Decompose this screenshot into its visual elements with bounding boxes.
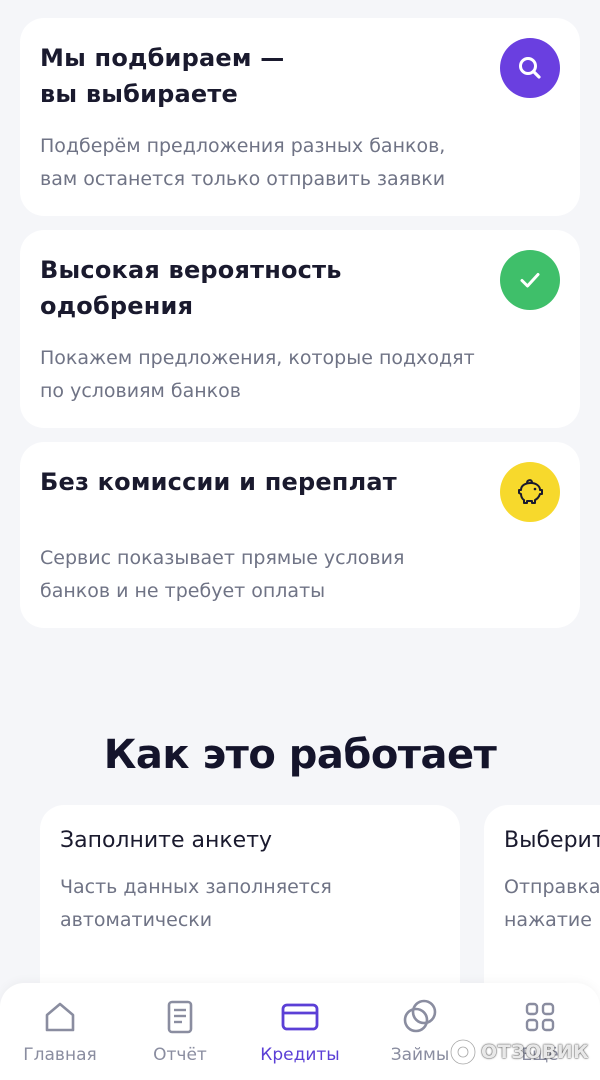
- step-title: Заполните анкету: [60, 828, 273, 853]
- feature-card-no-commission: Без комиссии и переплат Сервис показывае…: [20, 442, 580, 628]
- feature-text: Подберём предложения разных банков, вам …: [40, 135, 446, 190]
- check-icon: [500, 250, 560, 310]
- tab-report[interactable]: Отчёт: [120, 997, 240, 1077]
- tab-label: Отчёт: [153, 1045, 207, 1065]
- step-title: Выберит: [504, 828, 600, 853]
- watermark-text: ОТЗОВИК: [481, 1041, 590, 1063]
- credit-card-icon: [280, 997, 320, 1037]
- search-icon: [500, 38, 560, 98]
- feature-title: Без комиссии и переплат: [40, 468, 397, 496]
- loans-icon: [400, 997, 440, 1037]
- tab-label: Займы: [390, 1045, 450, 1065]
- more-grid-icon: [520, 997, 560, 1037]
- tab-label: Главная: [23, 1045, 97, 1065]
- feature-card-selection: Мы подбираем — вы выбираете Подберём пре…: [20, 18, 580, 216]
- piggy-bank-icon: [500, 462, 560, 522]
- feature-text: Сервис показывает прямые условия банков …: [40, 547, 405, 602]
- step-text: Отправка нажатие: [504, 876, 600, 931]
- feature-card-approval: Высокая вероятность одобрения Покажем пр…: [20, 230, 580, 428]
- step-text: Часть данных заполняется автоматически: [60, 876, 332, 931]
- home-icon: [40, 997, 80, 1037]
- watermark-logo-icon: [449, 1038, 477, 1066]
- how-it-works-title: Как это работает: [103, 732, 497, 778]
- tab-label: Кредиты: [260, 1045, 340, 1065]
- feature-text: Покажем предложения, которые подходят по…: [40, 347, 475, 402]
- watermark: ОТЗОВИК: [448, 1034, 589, 1070]
- tab-home[interactable]: Главная: [0, 997, 120, 1077]
- tab-credits[interactable]: Кредиты: [240, 997, 360, 1077]
- feature-title: Высокая вероятность одобрения: [40, 256, 342, 320]
- feature-title: Мы подбираем — вы выбираете: [40, 44, 285, 108]
- report-icon: [160, 997, 200, 1037]
